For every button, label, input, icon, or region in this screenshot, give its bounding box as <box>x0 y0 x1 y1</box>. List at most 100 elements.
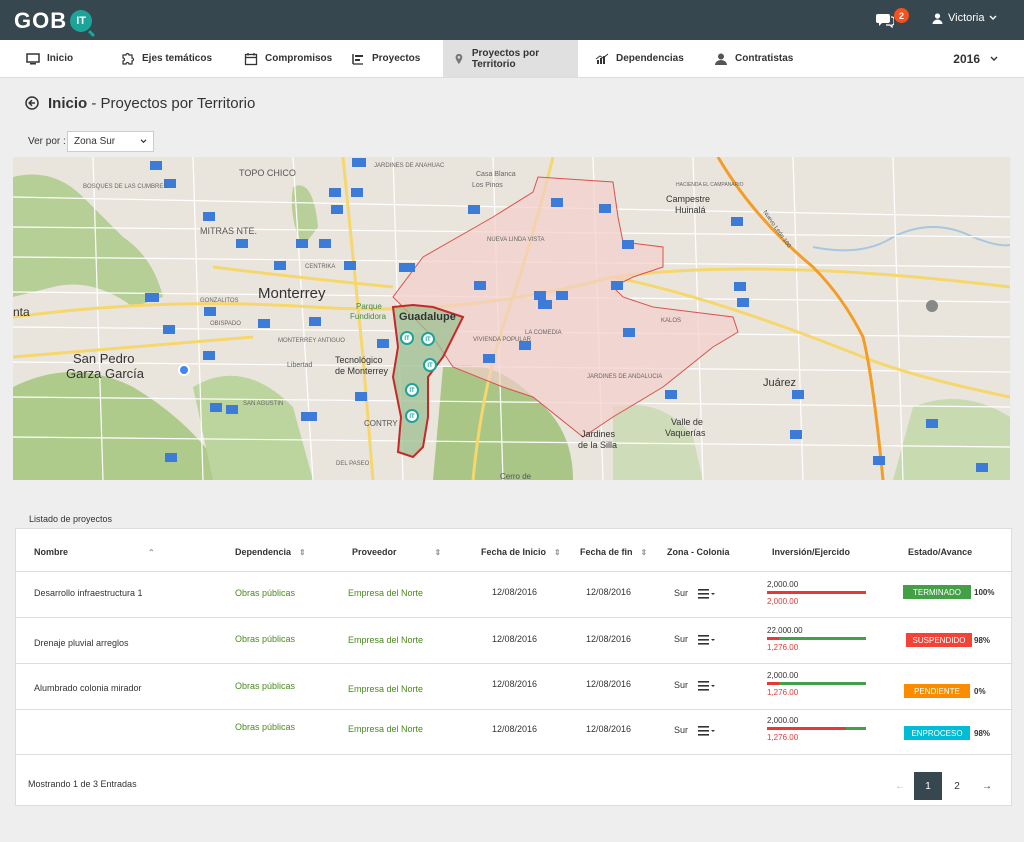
menu-dropdown-icon[interactable] <box>698 726 716 736</box>
pagination-prev[interactable]: ← <box>886 772 914 800</box>
nav-item-dependencias[interactable]: Dependencias <box>585 40 694 77</box>
nav-label: Compromisos <box>265 53 333 64</box>
zone-select[interactable]: Zona Sur <box>67 131 154 152</box>
nav-label: Dependencias <box>616 53 684 64</box>
menu-dropdown-icon[interactable] <box>698 589 716 599</box>
svg-text:de la Silla: de la Silla <box>578 440 617 450</box>
sort-icon: ⇕ <box>554 547 561 557</box>
nav-item-ejes[interactable]: Ejes temáticos <box>111 40 222 77</box>
svg-text:OBISPADO: OBISPADO <box>210 321 241 327</box>
nav-label: Proyectos por Territorio <box>471 47 540 70</box>
year-select[interactable]: 2016 <box>953 52 998 66</box>
chart-icon <box>595 53 609 64</box>
status-badge: ENPROCESO <box>904 726 970 740</box>
back-arrow-icon[interactable] <box>25 96 39 110</box>
list-title: Listado de proyectos <box>29 514 113 524</box>
nav-label: Inicio <box>47 53 74 64</box>
sort-icon: ⇕ <box>640 547 648 557</box>
svg-text:Casa Blanca: Casa Blanca <box>476 171 516 178</box>
logo-text: GOB <box>14 8 68 33</box>
svg-text:MONTERREY ANTIGUO: MONTERREY ANTIGUO <box>278 338 345 344</box>
investment-bar: 2,000.00 2,000.00 <box>767 580 866 606</box>
svg-text:Vaquerías: Vaquerías <box>665 428 706 438</box>
calendar-icon <box>244 52 258 65</box>
map-canvas[interactable]: IT IT IT IT IT Monterrey San Pedro Garza… <box>13 157 1010 480</box>
user-icon <box>932 12 943 24</box>
svg-text:IT: IT <box>409 388 415 394</box>
nav-item-compromisos[interactable]: Compromisos <box>234 40 342 77</box>
svg-text:Garza García: Garza García <box>66 366 145 381</box>
nav-label: Proyectos <box>372 53 421 64</box>
nav-item-inicio[interactable]: Inicio <box>16 40 83 77</box>
svg-text:Parque: Parque <box>356 302 382 311</box>
column-header-nombre[interactable]: Nombre ⌃ <box>34 547 155 557</box>
user-menu[interactable]: Victoria <box>932 12 997 24</box>
chevron-down-icon <box>990 56 998 61</box>
chat-icon[interactable] <box>876 12 894 28</box>
svg-text:IT: IT <box>409 414 415 420</box>
entries-info: Mostrando 1 de 3 Entradas <box>28 779 137 789</box>
user-name: Victoria <box>948 12 985 24</box>
app-logo[interactable]: GOB IT <box>14 8 93 34</box>
svg-text:NUEVA LINDA VISTA: NUEVA LINDA VISTA <box>487 237 544 243</box>
zone-select-value: Zona Sur <box>74 136 116 147</box>
svg-text:nta: nta <box>13 305 30 319</box>
pagination-page-2[interactable]: 2 <box>943 772 971 800</box>
sort-asc-icon: ⌃ <box>148 547 155 557</box>
svg-text:Valle de: Valle de <box>671 417 703 427</box>
column-header-dependencia[interactable]: Dependencia ⇕ <box>235 547 306 557</box>
monitor-icon <box>26 52 40 64</box>
map-pin-icon <box>455 53 463 64</box>
svg-text:Jardines: Jardines <box>581 429 616 439</box>
svg-text:DEL PASEO: DEL PASEO <box>336 461 370 467</box>
svg-text:Juárez: Juárez <box>763 377 796 389</box>
sort-icon: ⇕ <box>299 547 306 557</box>
year-value: 2016 <box>953 52 980 66</box>
status-badge: TERMINADO <box>903 585 971 599</box>
investment-bar: 22,000.00 1,276.00 <box>767 626 866 652</box>
notification-badge[interactable]: 2 <box>894 8 909 23</box>
svg-text:IT: IT <box>425 337 431 343</box>
svg-text:de Monterrey: de Monterrey <box>335 366 389 376</box>
svg-text:CONTRY: CONTRY <box>364 419 398 428</box>
nav-item-contratistas[interactable]: Contratistas <box>704 40 803 77</box>
svg-text:VIVIENDA POPULAR: VIVIENDA POPULAR <box>473 337 532 343</box>
nav-label: Contratistas <box>735 53 794 64</box>
breadcrumb: Inicio - Proyectos por Territorio <box>48 95 255 112</box>
column-header-proveedor[interactable]: Proveedor ⇕ <box>352 547 441 557</box>
menu-dropdown-icon[interactable] <box>698 635 716 645</box>
user-icon <box>715 53 727 65</box>
nav-label: Ejes temáticos <box>142 53 213 64</box>
pagination-next[interactable]: → <box>973 772 1001 800</box>
breadcrumb-root[interactable]: Inicio <box>48 95 87 112</box>
svg-text:Campestre: Campestre <box>666 194 710 204</box>
column-header-zona: Zona - Colonia <box>667 547 730 557</box>
nav-item-territorio[interactable]: Proyectos por Territorio <box>443 40 578 77</box>
svg-text:JARDINES DE ANDALUCIA: JARDINES DE ANDALUCIA <box>587 374 662 380</box>
investment-bar: 2,000.00 1,276.00 <box>767 716 866 742</box>
svg-text:TOPO CHICO: TOPO CHICO <box>239 168 296 178</box>
projects-table: Nombre ⌃ Dependencia ⇕ Proveedor ⇕ Fecha de… <box>15 528 1012 806</box>
svg-text:Los Pinos: Los Pinos <box>472 182 503 189</box>
logo-badge: IT <box>70 10 93 32</box>
svg-text:LA COMEDIA: LA COMEDIA <box>525 330 562 336</box>
chevron-down-icon <box>140 139 147 144</box>
territory-map[interactable]: IT IT IT IT IT Monterrey San Pedro Garza… <box>13 157 1010 480</box>
top-bar: GOB IT 2 Victoria <box>0 0 1024 40</box>
menu-dropdown-icon[interactable] <box>698 681 716 691</box>
svg-text:Huinalá: Huinalá <box>675 205 706 215</box>
svg-text:Libertad: Libertad <box>287 362 312 369</box>
breadcrumb-current: Proyectos por Territorio <box>100 95 256 112</box>
breadcrumb-separator: - <box>87 95 101 112</box>
puzzle-icon <box>122 52 135 65</box>
column-header-inicio[interactable]: Fecha de Inicio ⇕ <box>481 547 561 557</box>
column-header-fin[interactable]: Fecha de fin ⇕ <box>580 547 647 557</box>
svg-text:CENTRIKA: CENTRIKA <box>305 264 335 270</box>
svg-text:IT: IT <box>427 363 433 369</box>
nav-item-proyectos[interactable]: Proyectos <box>341 40 430 77</box>
list-icon <box>352 53 363 65</box>
pagination-page-1[interactable]: 1 <box>914 772 942 800</box>
sort-icon: ⇕ <box>434 547 442 557</box>
svg-text:JARDINES DE ANAHUAC: JARDINES DE ANAHUAC <box>374 163 445 169</box>
status-badge: PENDIENTE <box>904 684 970 698</box>
